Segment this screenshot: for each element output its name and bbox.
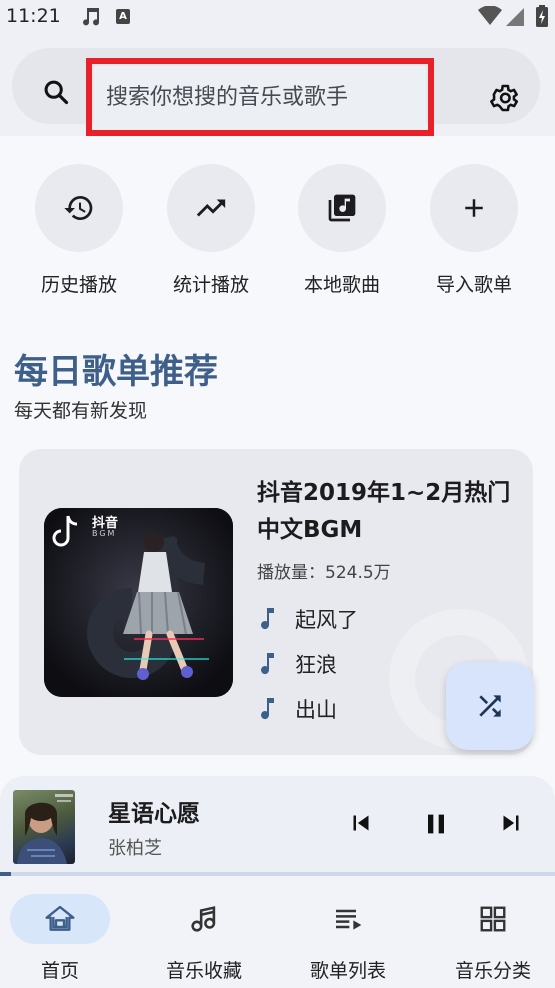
nav-icon-indicator <box>298 894 398 944</box>
wifi-icon <box>478 6 502 25</box>
quick-action-label: 历史播放 <box>40 274 117 296</box>
quick-action-import[interactable]: 导入歌单 <box>419 164 529 297</box>
cover-brand-subtext: BGM <box>92 529 117 538</box>
nav-item-home[interactable]: 首页 <box>0 894 129 983</box>
nav-item-categories[interactable]: 音乐分类 <box>424 894 555 983</box>
song-name: 起风了 <box>295 608 358 632</box>
now-playing-cover[interactable] <box>13 790 75 864</box>
song-name: 出山 <box>295 698 337 722</box>
status-time: 11:21 <box>6 5 61 27</box>
quick-action-circle[interactable] <box>35 164 123 252</box>
now-playing-cover-art <box>17 794 73 864</box>
shuffle-button[interactable] <box>446 662 534 750</box>
search-icon[interactable] <box>42 78 70 106</box>
playlist-cover-art <box>44 508 233 697</box>
music-notification-icon <box>83 8 100 26</box>
battery-icon <box>536 5 548 27</box>
category-icon <box>480 906 506 932</box>
search-input[interactable] <box>86 58 434 136</box>
history-icon <box>64 196 93 220</box>
bottom-navigation: 首页 音乐收藏 歌单列表 音乐分类 <box>0 876 555 988</box>
nav-icon-indicator <box>443 894 543 944</box>
quick-action-circle[interactable] <box>298 164 386 252</box>
nav-label: 音乐收藏 <box>165 960 242 982</box>
trending-up-icon <box>196 199 226 217</box>
section-title: 每日歌单推荐 <box>14 352 218 392</box>
nav-label: 首页 <box>40 960 79 982</box>
signal-icon <box>506 8 524 26</box>
quick-action-stats[interactable]: 统计播放 <box>156 164 266 297</box>
song-name: 狂浪 <box>295 653 337 677</box>
playlist-icon <box>336 909 362 930</box>
accessibility-notification-icon: A <box>116 9 130 24</box>
pause-icon[interactable] <box>420 808 452 840</box>
status-bar: 11:21 A <box>0 0 555 34</box>
nav-label: 歌单列表 <box>309 960 386 982</box>
skip-next-icon[interactable] <box>496 808 526 838</box>
nav-icon-indicator <box>154 894 254 944</box>
nav-icon-indicator <box>10 894 110 944</box>
quick-action-label: 本地歌曲 <box>303 274 380 296</box>
search-bar <box>12 48 540 136</box>
shuffle-icon <box>479 695 501 717</box>
music-note-icon <box>261 653 274 675</box>
quick-action-circle[interactable] <box>430 164 518 252</box>
playlist-cover[interactable]: 抖音 BGM <box>44 508 233 697</box>
skip-previous-icon[interactable] <box>346 808 376 838</box>
quick-actions: 历史播放 统计播放 本地歌曲 导入歌单 <box>0 164 555 297</box>
home-icon <box>45 905 75 931</box>
nav-item-favorites[interactable]: 音乐收藏 <box>135 894 273 983</box>
quick-action-local[interactable]: 本地歌曲 <box>287 164 397 297</box>
music-note-icon <box>261 608 274 630</box>
playlist-title: 抖音2019年1~2月热门中文BGM <box>257 480 511 543</box>
quick-action-history[interactable]: 历史播放 <box>24 164 134 297</box>
music-note-icon <box>191 906 216 932</box>
mini-player[interactable]: 星语心愿 张柏芝 <box>0 776 555 876</box>
section-subtitle: 每天都有新发现 <box>14 400 148 422</box>
quick-action-circle[interactable] <box>167 164 255 252</box>
nav-item-playlists[interactable]: 歌单列表 <box>279 894 417 983</box>
quick-action-label: 导入歌单 <box>435 274 512 296</box>
music-library-icon <box>328 194 356 222</box>
playlist-play-count: 播放量：524.5万 <box>257 563 391 583</box>
music-note-icon <box>261 698 274 720</box>
nav-label: 音乐分类 <box>454 960 531 982</box>
gear-icon[interactable] <box>488 82 520 114</box>
plus-icon <box>465 199 483 217</box>
now-playing-title: 星语心愿 <box>108 801 200 827</box>
quick-action-label: 统计播放 <box>172 274 249 296</box>
now-playing-artist: 张柏芝 <box>108 838 162 859</box>
search-header <box>0 34 555 136</box>
